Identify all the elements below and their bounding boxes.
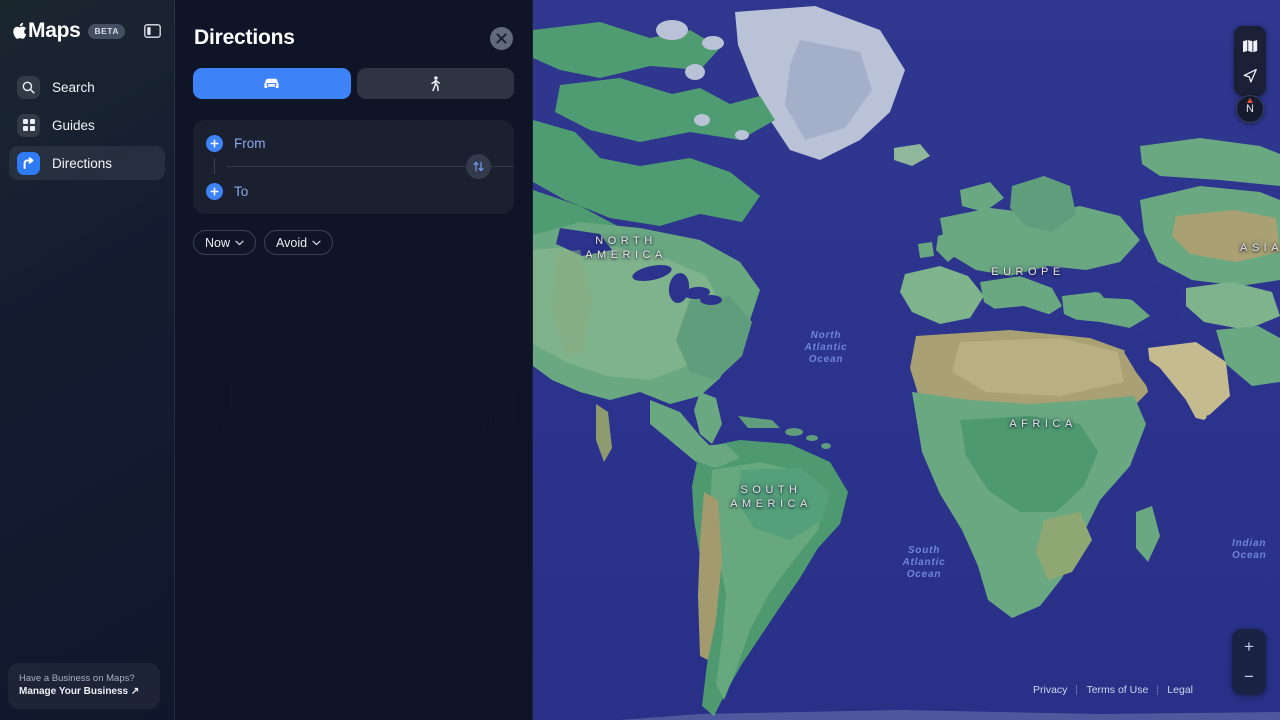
business-card-cta[interactable]: Manage Your Business ↗ bbox=[19, 685, 149, 699]
compass-needle-icon bbox=[1247, 98, 1253, 103]
app-brand-title: Maps bbox=[28, 19, 81, 42]
panel-header: Directions bbox=[175, 0, 532, 50]
apple-logo-icon bbox=[13, 22, 27, 39]
route-from-row[interactable]: From bbox=[193, 128, 514, 158]
sidebar-item-guides[interactable]: Guides bbox=[9, 108, 165, 142]
car-icon bbox=[264, 78, 279, 88]
grid-icon bbox=[17, 113, 40, 137]
route-connector-line bbox=[214, 158, 215, 174]
compass-north-label: N bbox=[1246, 103, 1254, 115]
swap-endpoints-button[interactable] bbox=[466, 154, 491, 179]
transport-mode-walk[interactable] bbox=[356, 68, 514, 99]
page-title: Directions bbox=[194, 26, 295, 49]
close-icon bbox=[496, 32, 507, 44]
directions-arrow-icon bbox=[17, 151, 40, 175]
route-endpoints-card: From To bbox=[193, 120, 514, 214]
transport-mode-drive[interactable] bbox=[193, 68, 351, 99]
route-options: Now Avoid bbox=[175, 214, 532, 255]
avoid-label: Avoid bbox=[276, 235, 308, 250]
chevron-down-icon bbox=[235, 240, 244, 246]
close-panel-button[interactable] bbox=[490, 26, 513, 50]
route-to-row[interactable]: To bbox=[193, 176, 514, 206]
compass-button[interactable]: N bbox=[1236, 95, 1264, 123]
zoom-out-button[interactable]: − bbox=[1232, 662, 1266, 692]
map-footer-links: Privacy Terms of Use Legal bbox=[1024, 684, 1202, 696]
add-to-button[interactable] bbox=[206, 182, 223, 200]
locate-me-button[interactable] bbox=[1234, 62, 1266, 90]
directions-panel: Directions From To Now Avoid bbox=[175, 0, 533, 720]
from-input[interactable]: From bbox=[234, 136, 266, 151]
sidebar-nav: Search Guides Directions bbox=[0, 62, 174, 180]
privacy-link[interactable]: Privacy bbox=[1024, 684, 1076, 696]
sidebar-header: Maps BETA bbox=[0, 0, 174, 62]
locate-arrow-icon bbox=[1243, 68, 1257, 83]
avoid-options-dropdown[interactable]: Avoid bbox=[264, 230, 334, 255]
sidebar-toggle-icon bbox=[144, 24, 161, 38]
sidebar-item-label: Search bbox=[52, 79, 95, 95]
transport-mode-tabs bbox=[175, 50, 532, 99]
terms-of-use-link[interactable]: Terms of Use bbox=[1077, 684, 1157, 696]
legal-link[interactable]: Legal bbox=[1158, 684, 1202, 696]
manage-business-card[interactable]: Have a Business on Maps? Manage Your Bus… bbox=[8, 663, 160, 709]
walk-icon bbox=[430, 75, 440, 91]
chevron-down-icon bbox=[312, 240, 321, 246]
map-layers-icon bbox=[1243, 40, 1258, 53]
sidebar: Maps BETA Search Guides Directions Have … bbox=[0, 0, 175, 720]
business-card-headline: Have a Business on Maps? bbox=[19, 673, 135, 684]
add-from-button[interactable] bbox=[206, 134, 223, 152]
map-layers-button[interactable] bbox=[1234, 32, 1266, 60]
external-link-arrow-icon: ↗ bbox=[130, 686, 140, 697]
zoom-in-button[interactable]: + bbox=[1232, 632, 1266, 662]
route-divider-row bbox=[193, 154, 514, 179]
zoom-controls: + − bbox=[1232, 629, 1266, 695]
sidebar-item-directions[interactable]: Directions bbox=[9, 146, 165, 180]
sidebar-item-search[interactable]: Search bbox=[9, 70, 165, 104]
swap-vertical-icon bbox=[473, 161, 484, 172]
map-controls-stack bbox=[1234, 26, 1266, 96]
maps-app: NORTH AMERICA SOUTH AMERICA EUROPE AFRIC… bbox=[0, 0, 1280, 720]
business-card-cta-label: Manage Your Business bbox=[19, 686, 129, 697]
plus-icon bbox=[210, 139, 219, 147]
sidebar-item-label: Guides bbox=[52, 117, 95, 133]
search-icon bbox=[17, 75, 40, 99]
plus-icon bbox=[210, 187, 219, 195]
departure-time-dropdown[interactable]: Now bbox=[193, 230, 257, 255]
to-input[interactable]: To bbox=[234, 184, 248, 199]
departure-time-label: Now bbox=[205, 235, 231, 250]
sidebar-toggle-button[interactable] bbox=[144, 24, 161, 38]
sidebar-item-label: Directions bbox=[52, 155, 113, 171]
beta-badge: BETA bbox=[88, 23, 125, 39]
